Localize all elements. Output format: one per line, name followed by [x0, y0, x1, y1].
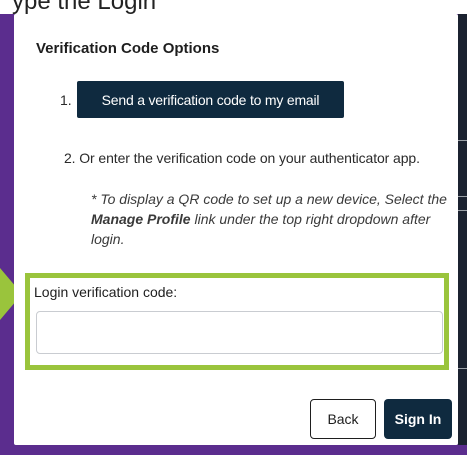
background-caption: ype the Login [12, 0, 157, 14]
background-page-header: ype the Login [0, 0, 467, 14]
qr-note-prefix: * To display a QR code to set up a new d… [91, 191, 447, 207]
background-divider [458, 140, 467, 141]
dialog-title: Verification Code Options [36, 40, 220, 57]
background-page-side [458, 14, 467, 455]
send-email-code-button[interactable]: Send a verification code to my email [77, 81, 344, 118]
sign-in-button[interactable]: Sign In [384, 399, 452, 439]
background-divider [458, 210, 467, 211]
background-divider [458, 368, 467, 369]
manage-profile-text: Manage Profile [91, 211, 191, 227]
verification-code-input[interactable] [36, 311, 443, 354]
step-2-instruction: 2. Or enter the verification code on you… [64, 150, 420, 166]
background-frame-bottom [0, 445, 467, 455]
step-1-number: 1. [60, 92, 72, 108]
verification-code-dialog: Verification Code Options 1. Send a veri… [14, 14, 458, 445]
verification-code-label: Login verification code: [34, 284, 178, 300]
background-divider [458, 196, 467, 197]
qr-code-note: * To display a QR code to set up a new d… [91, 189, 451, 249]
back-button[interactable]: Back [310, 399, 376, 439]
